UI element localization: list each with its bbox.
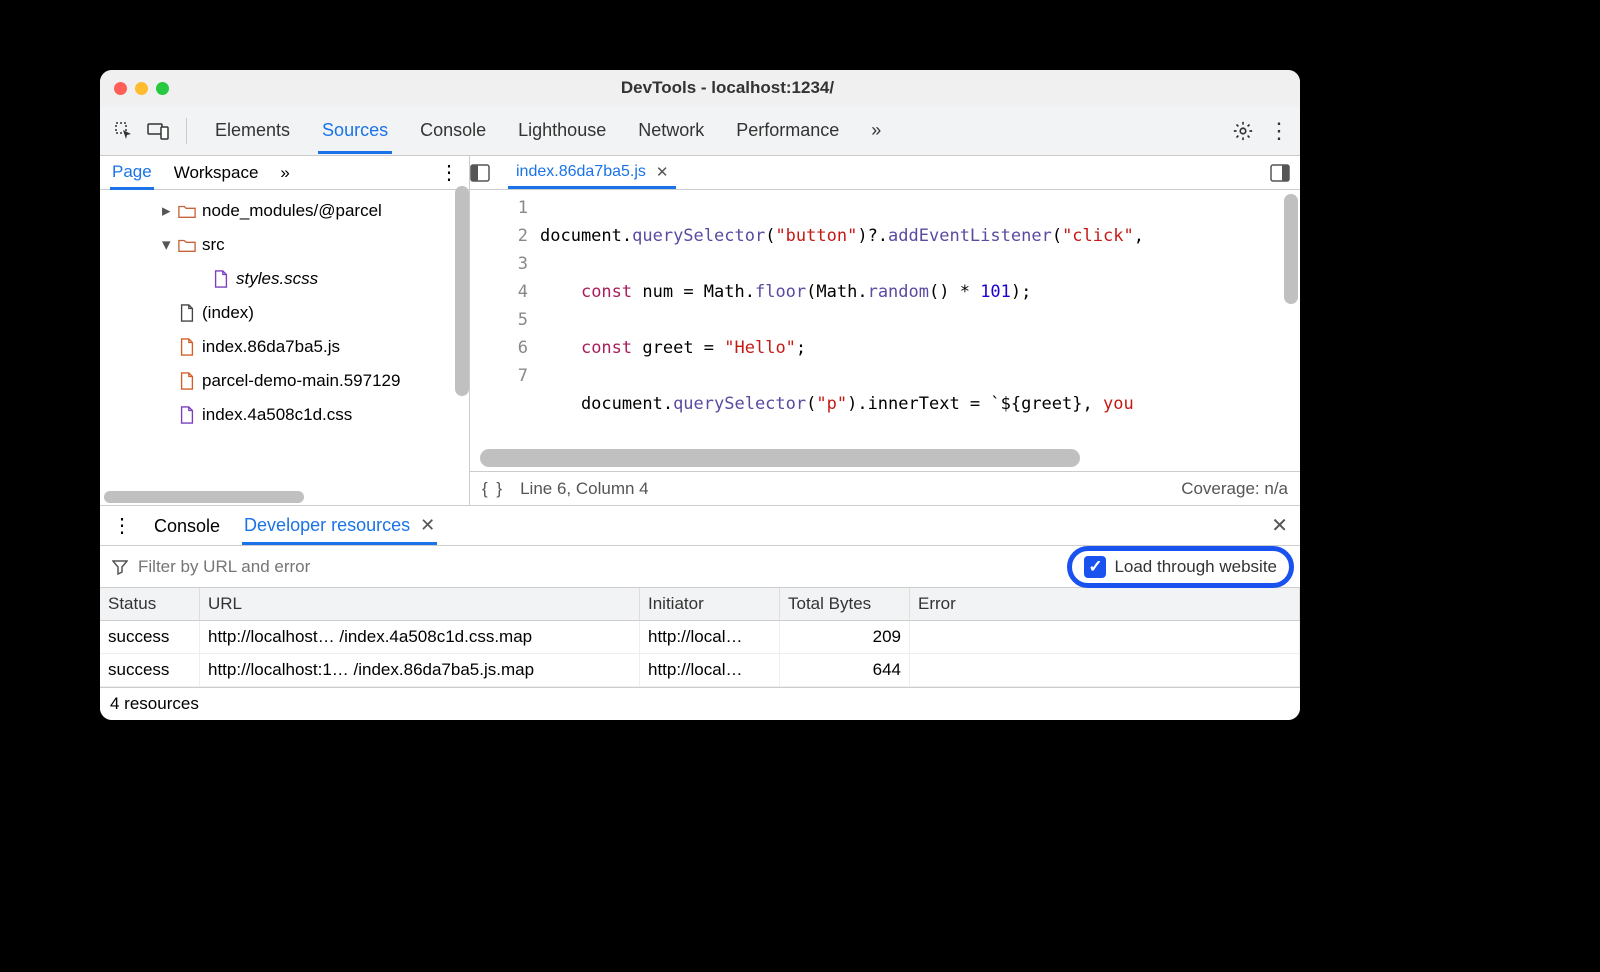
close-tab-icon[interactable]: ✕	[420, 515, 435, 536]
load-through-website-control[interactable]: ✓ Load through website	[1067, 546, 1294, 588]
toggle-navigator-icon[interactable]	[470, 164, 500, 182]
tab-sources[interactable]: Sources	[318, 108, 392, 154]
drawer-footer: 4 resources	[100, 687, 1300, 720]
coverage-label: Coverage: n/a	[1181, 479, 1288, 499]
tree-file-js[interactable]: index.86da7ba5.js	[100, 330, 469, 364]
col-url[interactable]: URL	[200, 588, 640, 621]
col-bytes[interactable]: Total Bytes	[780, 588, 910, 621]
tree-folder-node-modules[interactable]: ▸ node_modules/@parcel	[100, 194, 469, 228]
col-initiator[interactable]: Initiator	[640, 588, 780, 621]
tabs-overflow[interactable]: »	[867, 108, 885, 154]
window-title: DevTools - localhost:1234/	[169, 78, 1286, 98]
code-vscrollbar[interactable]	[1284, 194, 1298, 304]
drawer: ⋮ Console Developer resources ✕ ✕ ✓ Load…	[100, 505, 1300, 720]
table-cell[interactable]	[910, 621, 1300, 654]
close-window-icon[interactable]	[114, 82, 127, 95]
col-error[interactable]: Error	[910, 588, 1300, 621]
code-editor: index.86da7ba5.js ✕ 1 2 3 4 5 6 7 docume…	[470, 156, 1300, 505]
drawer-tab-developer-resources[interactable]: Developer resources ✕	[242, 507, 437, 545]
main-toolbar: Elements Sources Console Lighthouse Netw…	[100, 106, 1300, 156]
navigator-tab-workspace[interactable]: Workspace	[172, 157, 261, 188]
file-tree: ▸ node_modules/@parcel ▾ src styles.scss	[100, 190, 469, 505]
drawer-filter-bar: ✓ Load through website	[100, 546, 1300, 588]
titlebar: DevTools - localhost:1234/	[100, 70, 1300, 106]
zoom-window-icon[interactable]	[156, 82, 169, 95]
checkbox-checked-icon[interactable]: ✓	[1084, 556, 1106, 578]
table-cell[interactable]: http://local…	[640, 654, 780, 687]
tab-console[interactable]: Console	[416, 108, 490, 154]
settings-icon[interactable]	[1232, 120, 1254, 142]
divider	[186, 118, 187, 144]
tree-label: (index)	[202, 303, 254, 323]
navigator-tabs-overflow[interactable]: »	[278, 157, 291, 188]
filter-icon	[112, 559, 128, 575]
tree-label: src	[202, 235, 225, 255]
tree-label: styles.scss	[236, 269, 318, 289]
tab-elements[interactable]: Elements	[211, 108, 294, 154]
sources-panel: Page Workspace » ⋮ ▸ node_modules/@parce…	[100, 156, 1300, 505]
navigator-pane: Page Workspace » ⋮ ▸ node_modules/@parce…	[100, 156, 470, 505]
navigator-tabs: Page Workspace » ⋮	[100, 156, 469, 190]
tab-performance[interactable]: Performance	[732, 108, 843, 154]
code-hscrollbar[interactable]	[480, 449, 1080, 467]
tree-label: node_modules/@parcel	[202, 201, 382, 221]
code-area[interactable]: 1 2 3 4 5 6 7 document.querySelector("bu…	[470, 190, 1300, 445]
load-through-label: Load through website	[1114, 557, 1277, 577]
devtools-window: DevTools - localhost:1234/ Elements Sour…	[100, 70, 1300, 720]
editor-tab-label: index.86da7ba5.js	[516, 163, 646, 181]
main-tabs: Elements Sources Console Lighthouse Netw…	[211, 108, 885, 154]
navigator-tab-page[interactable]: Page	[110, 156, 154, 190]
col-status[interactable]: Status	[100, 588, 200, 621]
tree-file-styles[interactable]: styles.scss	[100, 262, 469, 296]
navigator-vscrollbar[interactable]	[455, 186, 469, 396]
table-cell[interactable]: http://localhost… /index.4a508c1d.css.ma…	[200, 621, 640, 654]
table-cell[interactable]	[910, 654, 1300, 687]
close-drawer-icon[interactable]: ✕	[1271, 513, 1288, 538]
navigator-hscrollbar[interactable]	[104, 491, 304, 503]
cursor-position: Line 6, Column 4	[520, 479, 649, 499]
navigator-kebab-icon[interactable]: ⋮	[439, 160, 459, 185]
tree-label: index.86da7ba5.js	[202, 337, 340, 357]
table-cell[interactable]: http://local…	[640, 621, 780, 654]
table-cell[interactable]: success	[100, 654, 200, 687]
chevron-down-icon: ▾	[162, 235, 176, 255]
tab-lighthouse[interactable]: Lighthouse	[514, 108, 610, 154]
kebab-menu-icon[interactable]: ⋮	[1268, 118, 1290, 144]
tree-label: parcel-demo-main.597129	[202, 371, 400, 391]
pretty-print-icon[interactable]: { }	[482, 479, 504, 499]
tree-file-index[interactable]: (index)	[100, 296, 469, 330]
drawer-kebab-icon[interactable]: ⋮	[112, 513, 132, 538]
tree-folder-src[interactable]: ▾ src	[100, 228, 469, 262]
tree-label: index.4a508c1d.css	[202, 405, 352, 425]
minimize-window-icon[interactable]	[135, 82, 148, 95]
tree-file-css[interactable]: index.4a508c1d.css	[100, 398, 469, 432]
code-content: document.querySelector("button")?.addEve…	[540, 190, 1300, 445]
chevron-right-icon: ▸	[162, 201, 176, 221]
drawer-tab-console[interactable]: Console	[152, 508, 222, 543]
table-cell[interactable]: 209	[780, 621, 910, 654]
tab-network[interactable]: Network	[634, 108, 708, 154]
traffic-lights	[114, 82, 169, 95]
drawer-tabs: ⋮ Console Developer resources ✕ ✕	[100, 506, 1300, 546]
editor-tab-active[interactable]: index.86da7ba5.js ✕	[508, 157, 676, 189]
editor-statusbar: { } Line 6, Column 4 Coverage: n/a	[470, 471, 1300, 505]
editor-tabbar: index.86da7ba5.js ✕	[470, 156, 1300, 190]
table-cell[interactable]: http://localhost:1… /index.86da7ba5.js.m…	[200, 654, 640, 687]
line-gutter: 1 2 3 4 5 6 7	[470, 190, 540, 445]
close-tab-icon[interactable]: ✕	[656, 163, 669, 181]
resources-table: Status URL Initiator Total Bytes Error s…	[100, 588, 1300, 687]
toggle-debugger-icon[interactable]	[1270, 164, 1300, 182]
tree-file-parcel[interactable]: parcel-demo-main.597129	[100, 364, 469, 398]
device-toggle-icon[interactable]	[144, 117, 172, 145]
inspect-element-icon[interactable]	[110, 117, 138, 145]
table-cell[interactable]: success	[100, 621, 200, 654]
table-cell[interactable]: 644	[780, 654, 910, 687]
